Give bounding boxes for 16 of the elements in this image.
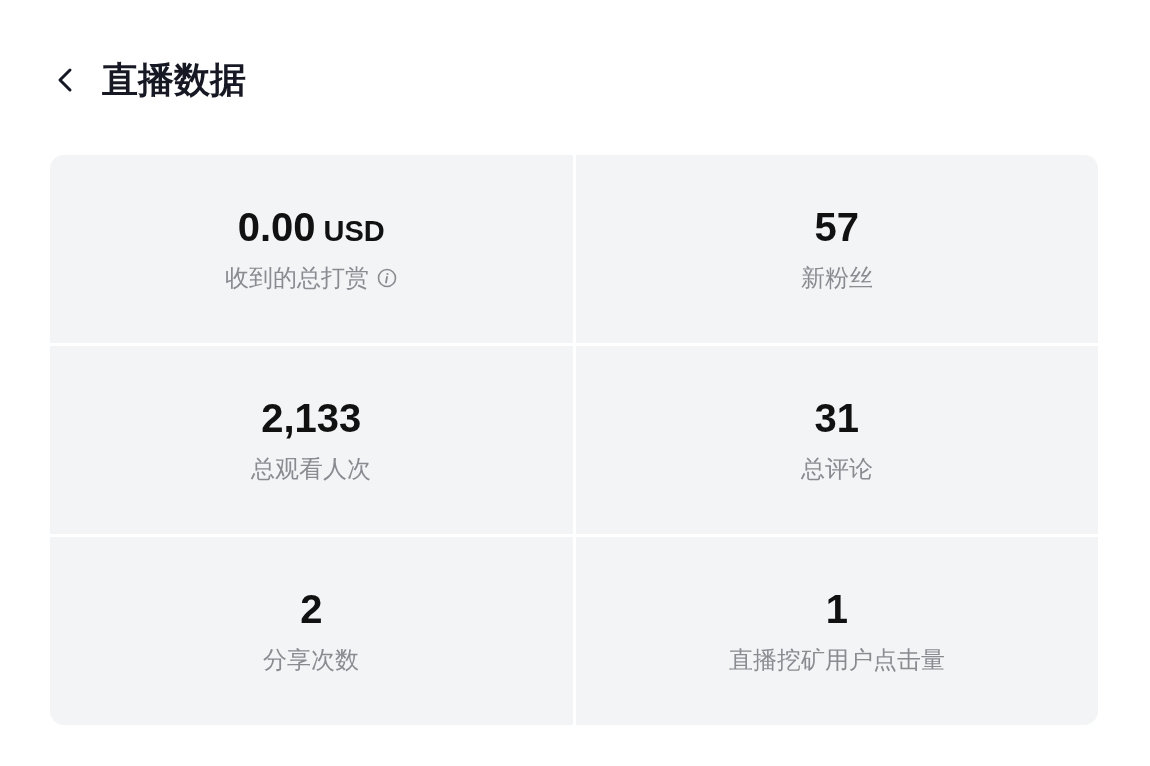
stat-label: 新粉丝 <box>800 262 873 294</box>
stat-label: 总观看人次 <box>251 453 372 485</box>
info-icon[interactable] <box>377 267 398 288</box>
stat-label: 分享次数 <box>263 644 360 676</box>
stat-value: 2,133 <box>261 395 362 441</box>
stat-label: 收到的总打赏 <box>225 262 370 294</box>
stat-value: 2 <box>300 586 323 632</box>
page-title: 直播数据 <box>102 57 246 102</box>
stat-label: 总评论 <box>800 453 873 485</box>
stat-value: 1 <box>825 586 848 632</box>
currency-unit: USD <box>323 214 385 248</box>
back-icon[interactable] <box>57 67 73 93</box>
stat-value: 31 <box>814 395 859 441</box>
stat-value: 0.00 <box>237 204 316 250</box>
stat-value: 57 <box>814 204 859 250</box>
stat-label: 直播挖矿用户点击量 <box>728 644 945 676</box>
